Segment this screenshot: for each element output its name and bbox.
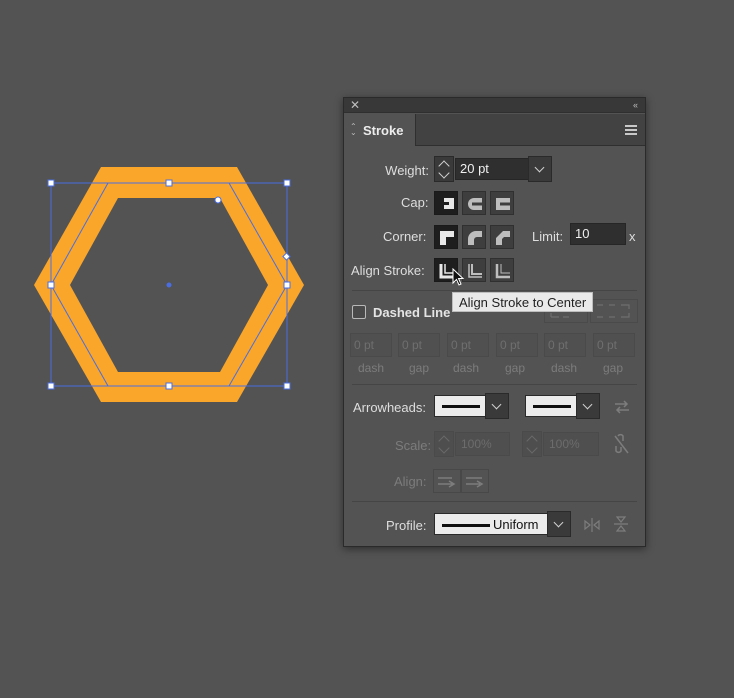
- start-scale-input[interactable]: 100%: [455, 432, 510, 456]
- cap-round-icon: [468, 198, 482, 210]
- align-inside-icon: [468, 264, 482, 278]
- profile-value: Uniform: [493, 517, 539, 532]
- panel-tab-bar: ⌃ ⌄ Stroke: [344, 114, 645, 146]
- extend-arrow-tip-icon: [438, 477, 456, 488]
- cursor-icon: [452, 268, 465, 286]
- corner-round-icon: [468, 231, 482, 245]
- swap-arrows-icon[interactable]: [612, 398, 632, 416]
- weight-input[interactable]: 20 pt: [455, 158, 529, 180]
- profile-select[interactable]: Uniform: [434, 513, 548, 535]
- start-arrowhead-dropdown[interactable]: [485, 393, 509, 419]
- arrowheads-label: Arrowheads:: [353, 400, 426, 415]
- extend-arrow-tip-button[interactable]: [433, 469, 461, 493]
- gap-label: gap: [505, 361, 526, 375]
- menu-icon[interactable]: [625, 125, 637, 135]
- profile-dropdown[interactable]: [547, 511, 571, 537]
- corner-bevel-icon: [496, 231, 510, 245]
- dash-label: dash: [551, 361, 578, 375]
- gap-input-3[interactable]: 0 pt: [593, 333, 635, 357]
- close-icon[interactable]: ✕: [350, 98, 360, 112]
- center-point: [166, 282, 172, 288]
- dash-align-icon: [597, 304, 630, 318]
- gap-label: gap: [409, 361, 430, 375]
- dash-label: dash: [453, 361, 480, 375]
- end-scale-input[interactable]: 100%: [543, 432, 599, 456]
- corner-miter-button[interactable]: [434, 225, 458, 249]
- limit-unit: x: [629, 229, 636, 244]
- start-scale-stepper[interactable]: [434, 431, 454, 457]
- align-outside-button[interactable]: [490, 258, 514, 282]
- flip-along-icon[interactable]: [612, 514, 630, 534]
- corner-miter-icon: [440, 231, 454, 245]
- dash-input-3[interactable]: 0 pt: [544, 333, 586, 357]
- weight-stepper[interactable]: [434, 156, 454, 182]
- grip-icon: ⌃ ⌄: [350, 122, 357, 137]
- dash-label: dash: [358, 361, 385, 375]
- corner-widget[interactable]: [214, 196, 222, 204]
- place-arrow-tip-button[interactable]: [461, 469, 489, 493]
- flip-axis-icon[interactable]: [582, 516, 602, 534]
- align-outside-icon: [495, 264, 510, 279]
- tab-stroke[interactable]: ⌃ ⌄ Stroke: [344, 114, 416, 146]
- dashed-line-checkbox[interactable]: [352, 305, 366, 319]
- link-scale-icon[interactable]: [612, 433, 632, 455]
- scale-label: Scale:: [395, 438, 432, 453]
- gap-input-1[interactable]: 0 pt: [398, 333, 440, 357]
- limit-label: Limit:: [532, 229, 564, 244]
- corner-label: Corner:: [383, 229, 427, 244]
- dash-input-1[interactable]: 0 pt: [350, 333, 392, 357]
- profile-label: Profile:: [386, 518, 427, 533]
- end-arrowhead-dropdown[interactable]: [576, 393, 600, 419]
- start-arrowhead-select[interactable]: [434, 395, 486, 417]
- cap-projecting-button[interactable]: [490, 191, 514, 215]
- weight-label: Weight:: [385, 163, 429, 178]
- tab-stroke-label: Stroke: [363, 123, 404, 138]
- separator: [352, 290, 637, 291]
- cap-label: Cap:: [401, 195, 429, 210]
- cap-butt-button[interactable]: [434, 191, 458, 215]
- align-arrow-label: Align:: [394, 474, 427, 489]
- profile-preview: [442, 524, 490, 527]
- dash-align-corners-button[interactable]: [590, 299, 638, 323]
- dash-input-2[interactable]: 0 pt: [447, 333, 489, 357]
- align-stroke-tooltip: Align Stroke to Center: [452, 292, 594, 312]
- align-stroke-label: Align Stroke:: [351, 263, 425, 278]
- collapse-icon[interactable]: ‹‹: [633, 98, 638, 112]
- separator: [352, 384, 637, 385]
- end-arrowhead-select[interactable]: [525, 395, 577, 417]
- corner-round-button[interactable]: [462, 225, 486, 249]
- panel-title-bar[interactable]: ✕ ‹‹: [344, 98, 645, 113]
- weight-dropdown[interactable]: [528, 156, 552, 182]
- gap-label: gap: [603, 361, 624, 375]
- cap-butt-icon: [440, 198, 454, 209]
- cap-round-button[interactable]: [462, 191, 486, 215]
- limit-input[interactable]: 10: [570, 223, 626, 245]
- place-arrow-tip-icon: [466, 477, 484, 488]
- end-scale-stepper[interactable]: [522, 431, 542, 457]
- separator: [352, 501, 637, 502]
- corner-bevel-button[interactable]: [490, 225, 514, 249]
- cap-projecting-icon: [496, 198, 510, 210]
- dashed-line-label: Dashed Line: [373, 305, 451, 320]
- gap-input-2[interactable]: 0 pt: [496, 333, 538, 357]
- stroke-panel: ✕ ‹‹ ⌃ ⌄ Stroke Weight: 20 pt Cap: Corner…: [343, 97, 646, 547]
